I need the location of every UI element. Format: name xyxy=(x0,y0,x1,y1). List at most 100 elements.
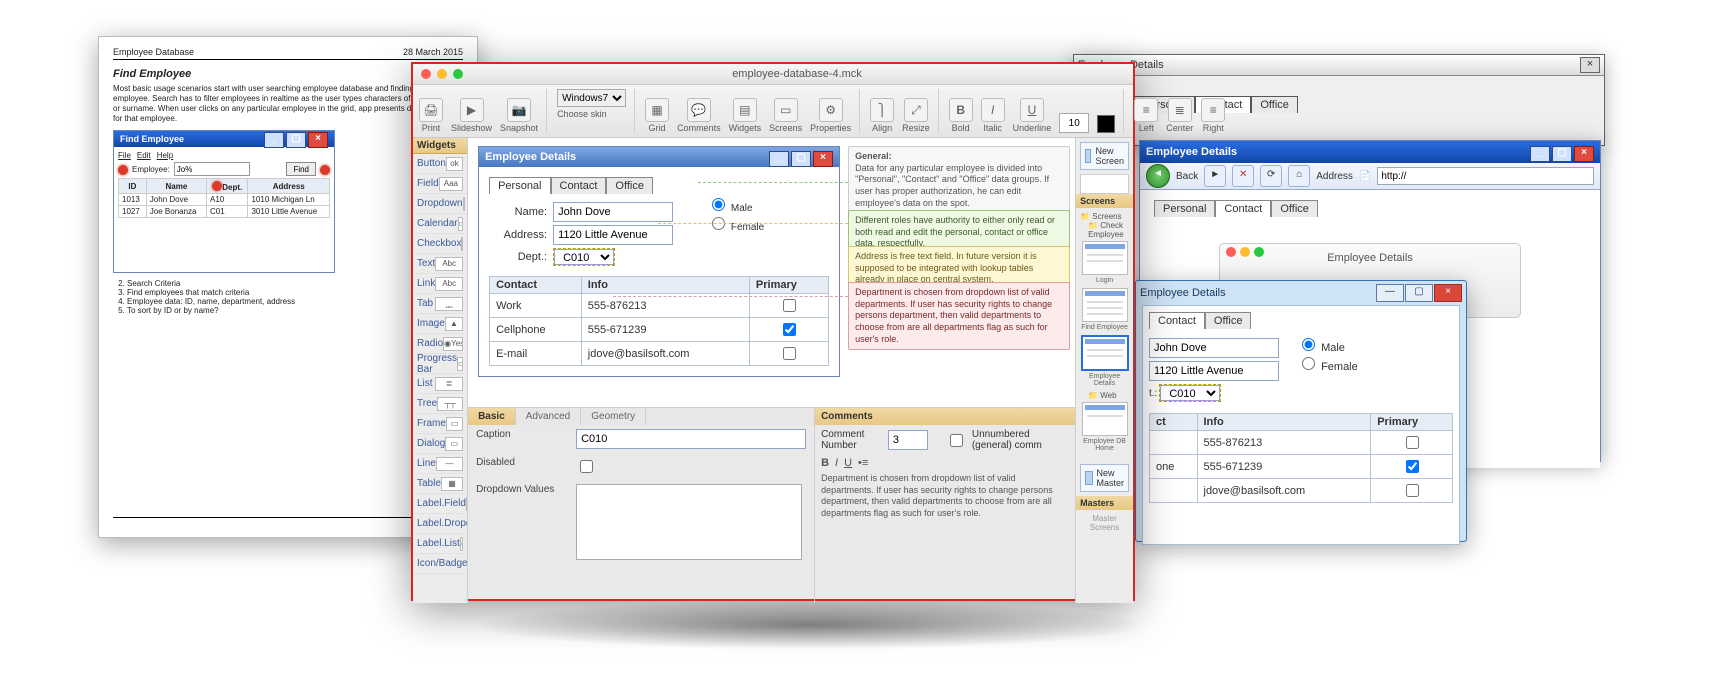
new-screen-button[interactable]: New Screen xyxy=(1080,142,1129,170)
address-input[interactable] xyxy=(1377,167,1594,185)
close-icon[interactable]: × xyxy=(1580,57,1600,73)
close-icon[interactable]: × xyxy=(813,151,833,167)
menu-help[interactable]: Help xyxy=(157,151,173,160)
close-icon[interactable]: × xyxy=(1434,284,1462,302)
screens-toggle[interactable]: ▭Screens xyxy=(769,98,802,133)
color-swatch[interactable] xyxy=(1097,115,1115,133)
tab-contact[interactable]: Contact xyxy=(1215,200,1271,217)
underline-icon[interactable]: U xyxy=(844,457,852,469)
widget-calendar[interactable]: Calendar▭ xyxy=(413,214,467,234)
widget-list[interactable]: List≣ xyxy=(413,374,467,394)
menu-edit[interactable]: Edit xyxy=(137,151,151,160)
mac-close-icon[interactable] xyxy=(1226,247,1236,257)
widget-line[interactable]: Line— xyxy=(413,454,467,474)
properties-toggle[interactable]: ⚙Properties xyxy=(810,98,851,133)
primary-check[interactable] xyxy=(1406,436,1419,449)
stop-button[interactable]: ✕ xyxy=(1232,165,1254,187)
widget-field[interactable]: FieldAaa xyxy=(413,174,467,194)
primary-check[interactable] xyxy=(1406,460,1419,473)
primary-check[interactable] xyxy=(1406,484,1419,497)
tab-geometry[interactable]: Geometry xyxy=(581,408,646,425)
max-icon[interactable]: ▢ xyxy=(286,132,306,148)
widget-tab[interactable]: Tab⎵⎵ xyxy=(413,294,467,314)
primary-check[interactable] xyxy=(783,323,796,336)
bullet-icon[interactable]: •≡ xyxy=(858,457,868,469)
align-button[interactable]: ⎫Align xyxy=(870,98,894,133)
widget-dropdown[interactable]: Dropdown1 ▾ xyxy=(413,194,467,214)
tab-office[interactable]: Office xyxy=(1271,200,1318,217)
dropdown-values-input[interactable] xyxy=(576,484,802,560)
tree-group[interactable]: Check Employee xyxy=(1088,221,1124,239)
address-field[interactable] xyxy=(1149,361,1279,381)
mac-max-icon[interactable] xyxy=(453,69,463,79)
snapshot-button[interactable]: 📷Snapshot xyxy=(500,98,538,133)
align-left-button[interactable]: ≡Left xyxy=(1134,98,1158,133)
caption-input[interactable] xyxy=(576,429,806,449)
underline-button[interactable]: UUnderline xyxy=(1013,98,1052,133)
widget-text[interactable]: TextAbc xyxy=(413,254,467,274)
min-icon[interactable]: — xyxy=(1376,284,1404,302)
max-icon[interactable]: ▢ xyxy=(791,151,811,167)
tab-basic[interactable]: Basic xyxy=(468,408,516,425)
widget-label-list[interactable]: Label.List▭≣ xyxy=(413,534,467,554)
tab-contact[interactable]: Contact xyxy=(1149,312,1205,329)
unnumbered-checkbox[interactable] xyxy=(950,434,963,447)
min-icon[interactable]: _ xyxy=(264,132,284,148)
slideshow-button[interactable]: ▶Slideshow xyxy=(451,98,492,133)
widget-radio[interactable]: Radio◉Yes xyxy=(413,334,467,354)
close-icon[interactable]: × xyxy=(1574,146,1594,162)
tab-personal[interactable]: Personal xyxy=(1154,200,1215,217)
close-icon[interactable]: × xyxy=(308,132,328,148)
resize-button[interactable]: ⤢Resize xyxy=(902,98,930,133)
col-id[interactable]: ID xyxy=(119,179,147,194)
mac-close-icon[interactable] xyxy=(421,69,431,79)
home-button[interactable]: ⌂ xyxy=(1288,165,1310,187)
grid-toggle[interactable]: ▦Grid xyxy=(645,98,669,133)
tab-advanced[interactable]: Advanced xyxy=(516,408,581,425)
screen-thumb-selected[interactable]: Employee Details xyxy=(1080,373,1129,387)
comment-number-input[interactable] xyxy=(888,430,928,450)
forward-button[interactable]: ► xyxy=(1204,165,1226,187)
screen-thumb[interactable]: Employee DB Home xyxy=(1080,438,1129,452)
col-address[interactable]: Address xyxy=(248,179,330,194)
align-center-button[interactable]: ≣Center xyxy=(1166,98,1193,133)
gender-male[interactable] xyxy=(1302,338,1315,351)
widget-icon/badge[interactable]: Icon/Badge✪ xyxy=(413,554,467,574)
comments-toggle[interactable]: 💬Comments xyxy=(677,98,721,133)
design-canvas[interactable]: Employee Details_▢× Personal Contact Off… xyxy=(468,138,1075,407)
widget-tree[interactable]: Tree┬┬ xyxy=(413,394,467,414)
find-button[interactable]: Find xyxy=(286,162,316,176)
widget-button[interactable]: Buttonok xyxy=(413,154,467,174)
widget-frame[interactable]: Frame▭ xyxy=(413,414,467,434)
search-input[interactable] xyxy=(174,162,250,176)
screen-thumb[interactable]: Find Employee xyxy=(1080,324,1129,331)
gender-female[interactable] xyxy=(1302,357,1315,370)
max-icon[interactable]: ▢ xyxy=(1552,146,1572,162)
disabled-checkbox[interactable] xyxy=(580,460,593,473)
tab-office[interactable]: Office xyxy=(1205,312,1252,329)
col-name[interactable]: Name xyxy=(146,179,206,194)
min-icon[interactable]: _ xyxy=(769,151,789,167)
min-icon[interactable]: _ xyxy=(1530,146,1550,162)
bold-icon[interactable]: B xyxy=(821,457,829,469)
tab-office[interactable]: Office xyxy=(1251,96,1298,113)
refresh-button[interactable]: ⟳ xyxy=(1260,165,1282,187)
tab-contact[interactable]: Contact xyxy=(551,177,607,194)
widget-progress-bar[interactable]: Progress Bar▭ xyxy=(413,354,467,374)
mac-min-icon[interactable] xyxy=(1240,247,1250,257)
primary-check[interactable] xyxy=(783,299,796,312)
mac-max-icon[interactable] xyxy=(1254,247,1264,257)
name-field[interactable] xyxy=(553,202,673,222)
comment-text[interactable]: Department is chosen from dropdown list … xyxy=(815,471,1075,522)
align-right-button[interactable]: ≡Right xyxy=(1201,98,1225,133)
back-button[interactable]: ◄ xyxy=(1146,164,1170,188)
screen-thumb[interactable]: Login xyxy=(1080,277,1129,284)
dept-dropdown-selected[interactable]: C010 xyxy=(1159,384,1221,402)
tab-office[interactable]: Office xyxy=(606,177,653,194)
font-size-input[interactable] xyxy=(1059,113,1089,133)
tree-group[interactable]: Web xyxy=(1100,391,1116,400)
mockup-window[interactable]: Employee Details_▢× Personal Contact Off… xyxy=(478,146,840,377)
widget-dialog[interactable]: Dialog▭ xyxy=(413,434,467,454)
widgets-toggle[interactable]: ▤Widgets xyxy=(729,98,762,133)
menu-file[interactable]: File xyxy=(118,151,131,160)
